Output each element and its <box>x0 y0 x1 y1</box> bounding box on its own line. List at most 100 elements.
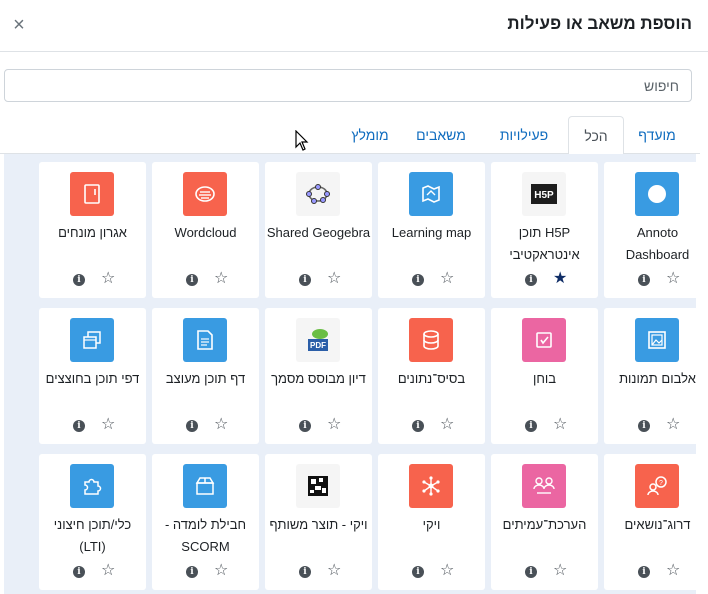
glossary-icon <box>70 172 114 216</box>
info-icon[interactable]: i <box>73 274 85 286</box>
star-icon[interactable]: ☆ <box>666 561 680 581</box>
activity-card[interactable]: בוחן i ☆ <box>491 308 598 444</box>
star-icon[interactable]: ★ <box>553 269 567 289</box>
page-icon <box>183 318 227 362</box>
info-icon[interactable]: i <box>525 274 537 286</box>
database-icon <box>409 318 453 362</box>
annoto-icon <box>635 172 679 216</box>
svg-text:?: ? <box>659 480 663 487</box>
search-input[interactable] <box>5 70 691 101</box>
activity-card-label: אלבום תמונות <box>619 371 696 386</box>
dialog-header: × הוספת משאב או פעילות <box>0 0 708 52</box>
search-field[interactable] <box>4 69 692 102</box>
star-icon[interactable]: ☆ <box>666 415 680 435</box>
activity-card-label: בוחן <box>532 371 557 386</box>
pdf-icon: PDF <box>296 318 340 362</box>
tabbed-pages-icon <box>70 318 114 362</box>
star-icon[interactable]: ☆ <box>214 269 228 289</box>
star-icon[interactable]: ☆ <box>101 415 115 435</box>
star-icon[interactable]: ☆ <box>214 415 228 435</box>
star-icon[interactable]: ☆ <box>666 269 680 289</box>
activity-card[interactable]: Learning map i ☆ <box>378 162 485 298</box>
activity-card-label: דרוג־נושאים <box>624 517 691 532</box>
tab-activities[interactable]: פעילויות <box>488 116 560 154</box>
tab-recommended[interactable]: מומלץ <box>340 116 400 154</box>
star-icon[interactable]: ☆ <box>440 269 454 289</box>
activity-card[interactable]: אגרון מונחים i ☆ <box>39 162 146 298</box>
activity-card[interactable]: Wordcloud i ☆ <box>152 162 259 298</box>
activity-card-label: Learning map <box>391 225 472 240</box>
star-icon[interactable]: ☆ <box>214 561 228 581</box>
info-icon[interactable]: i <box>73 420 85 432</box>
activity-card-label: בסיס־נתונים <box>397 371 466 386</box>
h5p-icon: H5P <box>522 172 566 216</box>
activity-card[interactable]: ויקי - תוצר משותף i ☆ <box>265 454 372 590</box>
svg-text:H5P: H5P <box>534 190 554 201</box>
info-icon[interactable]: i <box>73 566 85 578</box>
activity-card[interactable]: ? דרוג־נושאים i ☆ <box>604 454 708 590</box>
quiz-icon <box>522 318 566 362</box>
star-icon[interactable]: ☆ <box>327 561 341 581</box>
activity-card-label: Shared Geogebra <box>266 225 371 240</box>
info-icon[interactable]: i <box>186 420 198 432</box>
activity-card[interactable]: דפי תוכן בחוצצים i ☆ <box>39 308 146 444</box>
activity-card-label: ויקי - תוצר משותף <box>269 517 368 532</box>
activity-card[interactable]: Annoto Dashboard i ☆ <box>604 162 708 298</box>
info-icon[interactable]: i <box>186 566 198 578</box>
activity-grid: Annoto Dashboard i ☆ H5P H5P תוכן אינטראקטיב… <box>4 154 708 594</box>
activity-card[interactable]: H5P H5P תוכן אינטראקטיבי i ★ <box>491 162 598 298</box>
activity-card[interactable]: בסיס־נתונים i ☆ <box>378 308 485 444</box>
tab-bar: מועדף הכל פעילויות משאבים מומלץ <box>0 116 700 155</box>
learning-map-icon <box>409 172 453 216</box>
star-icon[interactable]: ☆ <box>553 415 567 435</box>
activity-card[interactable]: Shared Geogebra i ☆ <box>265 162 372 298</box>
tab-resources[interactable]: משאבים <box>403 116 479 154</box>
activity-card-label: H5P תוכן אינטראקטיבי <box>509 225 580 262</box>
info-icon[interactable]: i <box>525 420 537 432</box>
info-icon[interactable]: i <box>299 274 311 286</box>
activity-card[interactable]: PDF דיון מבוסס מסמך i ☆ <box>265 308 372 444</box>
activity-card-label: דף תוכן מעוצב <box>165 371 246 386</box>
activity-card[interactable]: הערכת־עמיתים i ☆ <box>491 454 598 590</box>
activity-card[interactable]: כלי/תוכן חיצוני (LTI) i ☆ <box>39 454 146 590</box>
lti-puzzle-icon <box>70 464 114 508</box>
activity-card-label: Wordcloud <box>174 225 237 240</box>
activity-card[interactable]: דף תוכן מעוצב i ☆ <box>152 308 259 444</box>
activity-card[interactable]: חבילת לומדה - SCORM i ☆ <box>152 454 259 590</box>
activity-card-label: Annoto Dashboard <box>625 225 690 262</box>
image-gallery-icon <box>635 318 679 362</box>
star-icon[interactable]: ☆ <box>553 561 567 581</box>
info-icon[interactable]: i <box>638 566 650 578</box>
star-icon[interactable]: ☆ <box>327 415 341 435</box>
star-icon[interactable]: ☆ <box>327 269 341 289</box>
star-icon[interactable]: ☆ <box>101 561 115 581</box>
info-icon[interactable]: i <box>525 566 537 578</box>
close-icon[interactable]: × <box>8 12 30 38</box>
info-icon[interactable]: i <box>412 420 424 432</box>
info-icon[interactable]: i <box>412 274 424 286</box>
mouse-cursor-icon <box>295 130 309 151</box>
activity-card[interactable]: אלבום תמונות i ☆ <box>604 308 708 444</box>
info-icon[interactable]: i <box>412 566 424 578</box>
tab-favourites[interactable]: מועדף <box>624 116 690 154</box>
info-icon[interactable]: i <box>299 420 311 432</box>
activity-card-label: חבילת לומדה - SCORM <box>164 517 247 554</box>
info-icon[interactable]: i <box>186 274 198 286</box>
ouwiki-icon <box>296 464 340 508</box>
activity-card-label: אגרון מונחים <box>58 225 127 240</box>
info-icon[interactable]: i <box>299 566 311 578</box>
star-icon[interactable]: ☆ <box>101 269 115 289</box>
activity-card-label: דפי תוכן בחוצצים <box>45 371 140 386</box>
star-icon[interactable]: ☆ <box>440 415 454 435</box>
choice-icon: ? <box>635 464 679 508</box>
wordcloud-icon <box>183 172 227 216</box>
star-icon[interactable]: ☆ <box>440 561 454 581</box>
workshop-icon <box>522 464 566 508</box>
tab-all[interactable]: הכל <box>568 116 624 155</box>
info-icon[interactable]: i <box>638 420 650 432</box>
geogebra-icon <box>296 172 340 216</box>
activity-card[interactable]: ויקי i ☆ <box>378 454 485 590</box>
activity-card-label: כלי/תוכן חיצוני (LTI) <box>53 517 132 554</box>
info-icon[interactable]: i <box>638 274 650 286</box>
activity-card-label: ויקי <box>422 517 441 532</box>
